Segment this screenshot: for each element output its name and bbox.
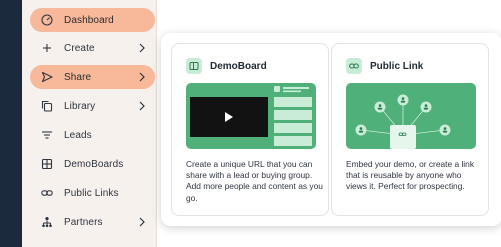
demoboards-grid-icon <box>41 158 53 170</box>
plus-icon <box>41 42 53 54</box>
sidebar-item-demoboards[interactable]: DemoBoards <box>30 152 155 176</box>
chevron-right-icon <box>139 101 145 111</box>
share-submenu-popover: DemoBoard Create a unique URL that you c… <box>161 33 501 226</box>
demoboard-title: DemoBoard <box>210 60 267 72</box>
sidebar-item-dashboard[interactable]: Dashboard <box>30 8 155 32</box>
sidebar-item-label: Dashboard <box>64 14 114 26</box>
public-link-description: Embed your demo, or create a link that i… <box>346 159 475 192</box>
sidebar-item-label: Public Links <box>64 187 119 199</box>
link-icon <box>346 58 362 74</box>
link-icon <box>41 187 53 199</box>
sidebar-item-public-links[interactable]: Public Links <box>30 181 155 205</box>
sidebar-item-label: Create <box>64 42 95 54</box>
sidebar-item-label: Partners <box>64 216 103 228</box>
public-link-title: Public Link <box>370 60 424 72</box>
sidebar-item-partners[interactable]: Partners <box>30 210 155 234</box>
sidebar-item-create[interactable]: Create <box>30 36 155 60</box>
public-link-option-card[interactable]: Public Link Embed your demo, or create a… <box>331 43 489 216</box>
partners-org-icon <box>41 216 53 228</box>
demoboard-option-card[interactable]: DemoBoard Create a unique URL that you c… <box>171 43 329 216</box>
share-send-icon <box>41 71 53 83</box>
sidebar-item-label: DemoBoards <box>64 158 124 170</box>
sidebar-item-share[interactable]: Share <box>30 65 155 89</box>
sidebar-item-label: Leads <box>64 129 92 141</box>
chevron-right-icon <box>139 217 145 227</box>
chevron-right-icon <box>139 72 145 82</box>
sidebar-item-label: Share <box>64 71 92 83</box>
demoboard-illustration <box>186 83 316 149</box>
demoboard-description: Create a unique URL that you can share w… <box>186 159 323 203</box>
chevron-right-icon <box>139 43 145 53</box>
public-link-illustration <box>346 83 476 149</box>
sidebar-item-label: Library <box>64 100 96 112</box>
library-copy-icon <box>41 100 53 112</box>
sidebar: Dashboard Create Share Library Leads Dem… <box>22 0 157 247</box>
app-left-edge <box>0 0 22 247</box>
dashboard-gauge-icon <box>41 14 53 26</box>
demoboard-icon <box>186 58 202 74</box>
leads-filter-icon <box>41 129 53 141</box>
sidebar-item-library[interactable]: Library <box>30 94 155 118</box>
sidebar-item-leads[interactable]: Leads <box>30 123 155 147</box>
